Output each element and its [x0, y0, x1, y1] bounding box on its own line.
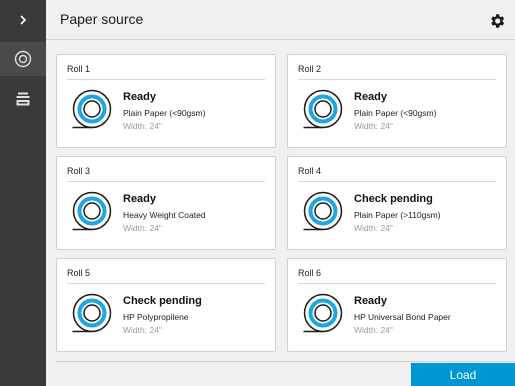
roll-width: Width: 24" — [354, 121, 393, 131]
roll-name: Roll 4 — [298, 166, 322, 176]
sidebar — [0, 0, 46, 386]
main-panel: Paper source Roll 1 Ready Plain Paper (<… — [46, 0, 515, 386]
paper-roll-icon — [72, 191, 112, 231]
roll-width: Width: 24" — [354, 325, 393, 335]
roll-status: Ready — [354, 91, 388, 103]
paper-roll-icon — [72, 89, 112, 129]
roll-card-5[interactable]: Roll 5 Check pending HP Polypropilene Wi… — [56, 258, 276, 352]
paper-roll-icon — [72, 293, 112, 333]
roll-name: Roll 6 — [298, 268, 322, 278]
roll-card-3[interactable]: Roll 3 Ready Heavy Weight Coated Width: … — [56, 156, 276, 250]
gear-icon[interactable] — [488, 12, 506, 30]
card-divider — [67, 181, 265, 182]
paper-tray-icon — [16, 92, 30, 106]
card-divider — [67, 79, 265, 80]
roll-media: HP Polypropilene — [123, 312, 189, 322]
sidebar-item-trays[interactable] — [0, 82, 46, 116]
roll-card-6[interactable]: Roll 6 Ready HP Universal Bond Paper Wid… — [287, 258, 507, 352]
roll-status: Check pending — [354, 193, 433, 205]
roll-media: Plain Paper (<90gsm) — [354, 108, 437, 118]
card-divider — [298, 283, 496, 284]
load-button[interactable]: Load — [411, 363, 515, 386]
card-divider — [298, 79, 496, 80]
card-divider — [67, 283, 265, 284]
chevron-right-icon — [20, 15, 27, 25]
sidebar-item-paper-source[interactable] — [0, 42, 46, 76]
roll-width: Width: 24" — [123, 121, 162, 131]
roll-media: Heavy Weight Coated — [123, 210, 206, 220]
paper-roll-icon — [303, 89, 343, 129]
expand-sidebar-button[interactable] — [0, 0, 46, 40]
roll-status: Ready — [123, 193, 157, 205]
paper-roll-icon — [303, 191, 343, 231]
page-title: Paper source — [60, 11, 144, 27]
roll-width: Width: 24" — [123, 325, 162, 335]
roll-width: Width: 24" — [123, 223, 162, 233]
paper-roll-icon — [14, 50, 32, 68]
roll-media: Plain Paper (<90gsm) — [123, 108, 206, 118]
roll-name: Roll 5 — [67, 268, 91, 278]
roll-card-4[interactable]: Roll 4 Check pending Plain Paper (>110gs… — [287, 156, 507, 250]
card-divider — [298, 181, 496, 182]
roll-status: Ready — [354, 295, 388, 307]
roll-media: HP Universal Bond Paper — [354, 312, 451, 322]
roll-name: Roll 2 — [298, 64, 322, 74]
roll-card-1[interactable]: Roll 1 Ready Plain Paper (<90gsm) Width:… — [56, 54, 276, 148]
header: Paper source — [46, 0, 515, 40]
roll-name: Roll 1 — [67, 64, 91, 74]
roll-status: Check pending — [123, 295, 202, 307]
paper-roll-icon — [303, 293, 343, 333]
roll-name: Roll 3 — [67, 166, 91, 176]
roll-width: Width: 24" — [354, 223, 393, 233]
roll-media: Plain Paper (>110gsm) — [354, 210, 441, 220]
roll-status: Ready — [123, 91, 157, 103]
roll-card-2[interactable]: Roll 2 Ready Plain Paper (<90gsm) Width:… — [287, 54, 507, 148]
footer-divider — [56, 361, 515, 362]
